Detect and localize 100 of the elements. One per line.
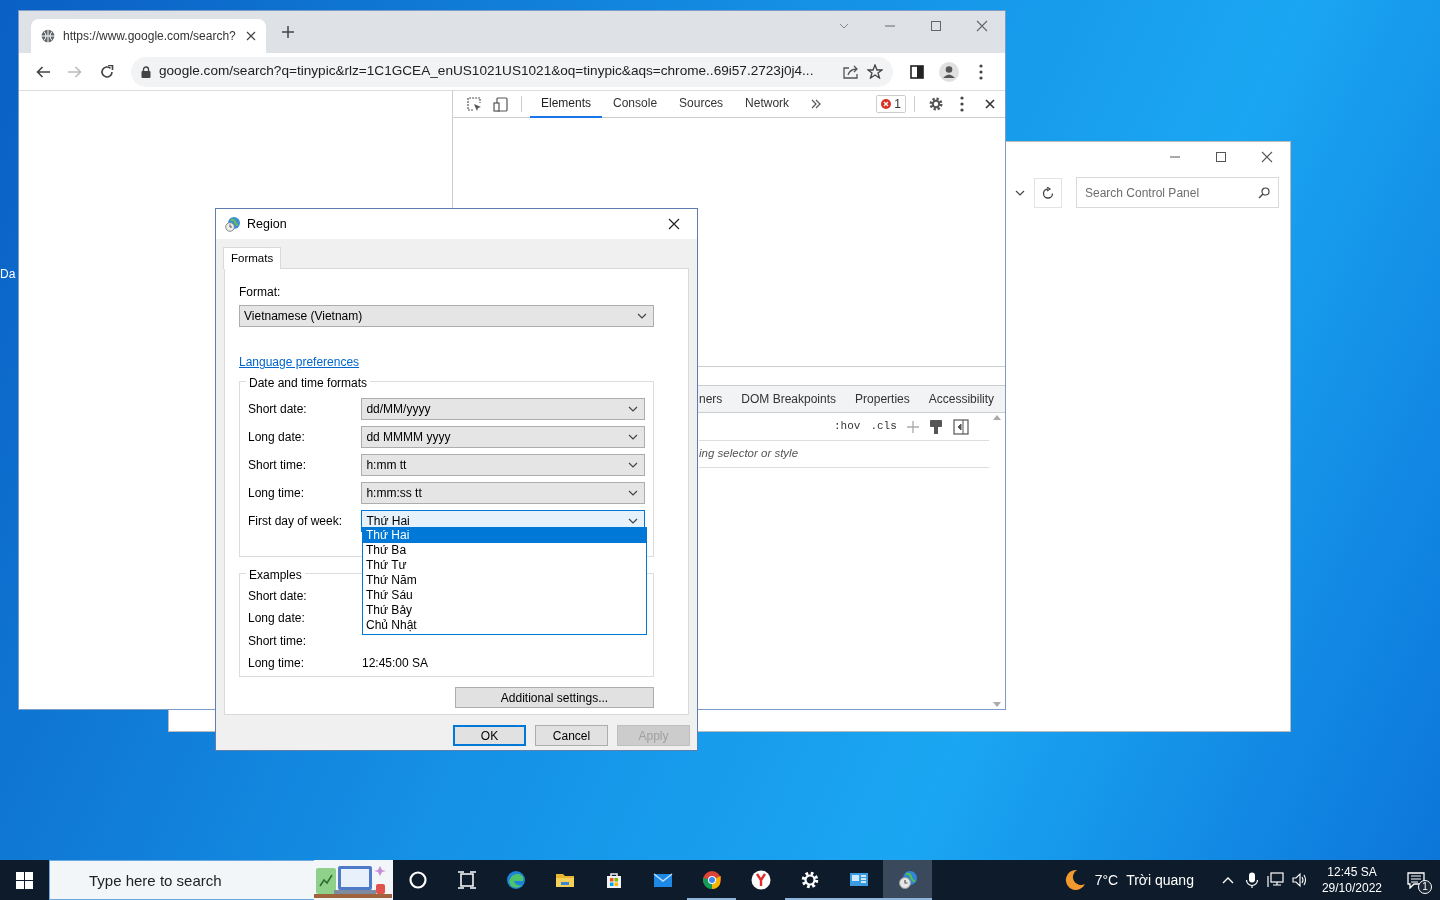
device-icon[interactable] bbox=[492, 96, 508, 112]
browser-icon bbox=[750, 870, 771, 890]
network-icon[interactable] bbox=[1267, 872, 1285, 888]
chevron-icon bbox=[637, 313, 647, 320]
filter-text: ing selector or style bbox=[699, 446, 799, 462]
maximize-icon[interactable] bbox=[1216, 152, 1226, 162]
clock[interactable]: 12:45 SA 29/10/2022 bbox=[1311, 863, 1392, 897]
devtools-tab[interactable]: Network bbox=[734, 90, 801, 118]
chevron-icon bbox=[628, 518, 638, 525]
task-view-icon bbox=[456, 870, 477, 890]
search-field[interactable]: Type here to search bbox=[49, 860, 314, 900]
example-label: Long time: bbox=[248, 655, 306, 672]
example-label: Short date: bbox=[248, 587, 308, 605]
clock-time: 12:45 SA bbox=[1326, 863, 1378, 880]
notification-badge: 1 bbox=[1418, 880, 1432, 894]
field-label: Format: bbox=[239, 284, 282, 302]
globe-clock-icon bbox=[225, 216, 241, 232]
star-icon[interactable] bbox=[867, 64, 883, 79]
settings-icon bbox=[799, 870, 820, 890]
filter-toggle[interactable]: .cls bbox=[870, 418, 897, 435]
dialog-button[interactable]: Cancel bbox=[535, 725, 608, 747]
panel-tab[interactable]: Accessibility bbox=[928, 390, 995, 408]
error-counter[interactable]: 1 bbox=[876, 95, 906, 113]
dropdown[interactable]: dd MMMM yyyy bbox=[361, 426, 645, 449]
filter-toggle[interactable]: :hov bbox=[834, 418, 861, 435]
refresh-button[interactable] bbox=[1034, 177, 1062, 208]
additional-settings-button[interactable]: Additional settings... bbox=[455, 687, 654, 709]
dropdown[interactable]: h:mm tt bbox=[361, 454, 645, 477]
panel-tab[interactable]: Properties bbox=[855, 390, 910, 408]
menu-icon[interactable] bbox=[960, 96, 964, 112]
new-tab-icon[interactable] bbox=[282, 26, 294, 38]
chevron-icon bbox=[628, 462, 638, 469]
paint-icon[interactable] bbox=[928, 418, 943, 435]
tab-title: https://www.google.com/search? bbox=[63, 28, 237, 45]
volume-icon[interactable] bbox=[1291, 872, 1308, 888]
settings-icon[interactable] bbox=[928, 96, 944, 112]
field-label: Long time: bbox=[248, 485, 306, 503]
share-icon[interactable] bbox=[843, 64, 859, 79]
profile-icon[interactable] bbox=[939, 61, 959, 82]
notification-icon[interactable] bbox=[1407, 871, 1425, 889]
dropdown-option[interactable]: Thứ Hai bbox=[363, 528, 646, 543]
globe-clock-icon bbox=[897, 870, 918, 890]
weather-temperature: 7°C bbox=[1094, 870, 1119, 890]
close-icon[interactable] bbox=[985, 99, 995, 109]
search-field[interactable]: Search Control Panel bbox=[1076, 177, 1279, 208]
example-value: 12:45:00 SA bbox=[362, 655, 429, 672]
address-bar[interactable]: google.com/search?q=tinypic&rlz=1C1GCEA_enUS1021US1021&oq=tinypic&aqs=chrome..69i57.2723j0j4... bbox=[131, 56, 893, 87]
browser-tab[interactable]: https://www.google.com/search? bbox=[31, 19, 266, 53]
dropdown[interactable]: h:mm:ss tt bbox=[361, 482, 645, 505]
maximize-icon[interactable] bbox=[931, 21, 941, 31]
refresh-icon bbox=[1042, 186, 1054, 199]
error-count: 1 bbox=[894, 96, 901, 113]
close-icon[interactable] bbox=[1261, 151, 1273, 163]
dialog-button[interactable]: OK bbox=[453, 725, 526, 747]
sidebar-toggle-icon[interactable] bbox=[952, 418, 969, 435]
address-text: google.com/search?q=tinypic&rlz=1C1GCEA_enUS1021US1021&oq=tinypic&aqs=chrome..69i57.2723j0j4... bbox=[159, 62, 815, 81]
reload-icon[interactable] bbox=[100, 64, 114, 79]
dropdown-option[interactable]: Thứ Bảy bbox=[363, 603, 646, 618]
chevron-icon bbox=[628, 490, 638, 497]
globe-icon bbox=[41, 29, 55, 43]
devtools-tab[interactable]: Sources bbox=[668, 90, 735, 118]
taskbar-button[interactable] bbox=[883, 860, 932, 900]
close-icon[interactable] bbox=[668, 218, 680, 230]
dropdown-option[interactable]: Thứ Năm bbox=[363, 573, 646, 588]
more-tabs-icon[interactable] bbox=[811, 99, 822, 109]
dropdown-option[interactable]: Thứ Tư bbox=[363, 558, 646, 573]
error-icon bbox=[881, 99, 892, 109]
side-panel-icon[interactable] bbox=[910, 64, 924, 79]
menu-icon[interactable] bbox=[979, 63, 983, 80]
dropdown-option[interactable]: Thứ Ba bbox=[363, 543, 646, 558]
field-label: Short date: bbox=[248, 401, 308, 419]
dropdown[interactable]: dd/MM/yyyy bbox=[361, 398, 645, 421]
link[interactable]: Language preferences bbox=[239, 353, 360, 372]
panel-tab[interactable]: DOM Breakpoints bbox=[741, 390, 837, 408]
close-icon[interactable] bbox=[246, 31, 256, 41]
dropdown[interactable]: Vietnamese (Vietnam) bbox=[239, 305, 654, 328]
weather-condition: Trời quang bbox=[1126, 870, 1194, 890]
dropdown-option[interactable]: Thứ Sáu bbox=[363, 588, 646, 603]
dropdown-option[interactable]: Chủ Nhật bbox=[363, 618, 646, 633]
back-icon[interactable] bbox=[36, 65, 50, 78]
dialog-title: Region bbox=[247, 215, 287, 233]
example-label: Short time: bbox=[248, 632, 308, 650]
field-label: Long date: bbox=[248, 429, 306, 447]
desktop-icon-label[interactable]: Da bbox=[0, 265, 18, 283]
microphone-icon[interactable] bbox=[1244, 872, 1259, 888]
devtools-tab[interactable]: Elements bbox=[530, 90, 603, 118]
devtools-tab[interactable]: Console bbox=[602, 90, 669, 118]
lock-icon bbox=[141, 65, 151, 78]
chevron-up-icon[interactable] bbox=[1221, 875, 1234, 885]
chevron-icon bbox=[1015, 189, 1025, 196]
panel-tab[interactable]: ners bbox=[699, 390, 723, 408]
inspect-icon[interactable] bbox=[466, 96, 482, 112]
search-icon bbox=[1258, 187, 1270, 199]
browser-icon bbox=[701, 870, 722, 890]
start-icon[interactable] bbox=[16, 871, 33, 889]
browser-icon bbox=[505, 870, 526, 890]
chevron-icon[interactable] bbox=[839, 23, 849, 29]
field-label: First day of week: bbox=[248, 513, 344, 531]
dialog-tab[interactable]: Formats bbox=[223, 247, 282, 270]
chevron-icon bbox=[628, 406, 638, 413]
